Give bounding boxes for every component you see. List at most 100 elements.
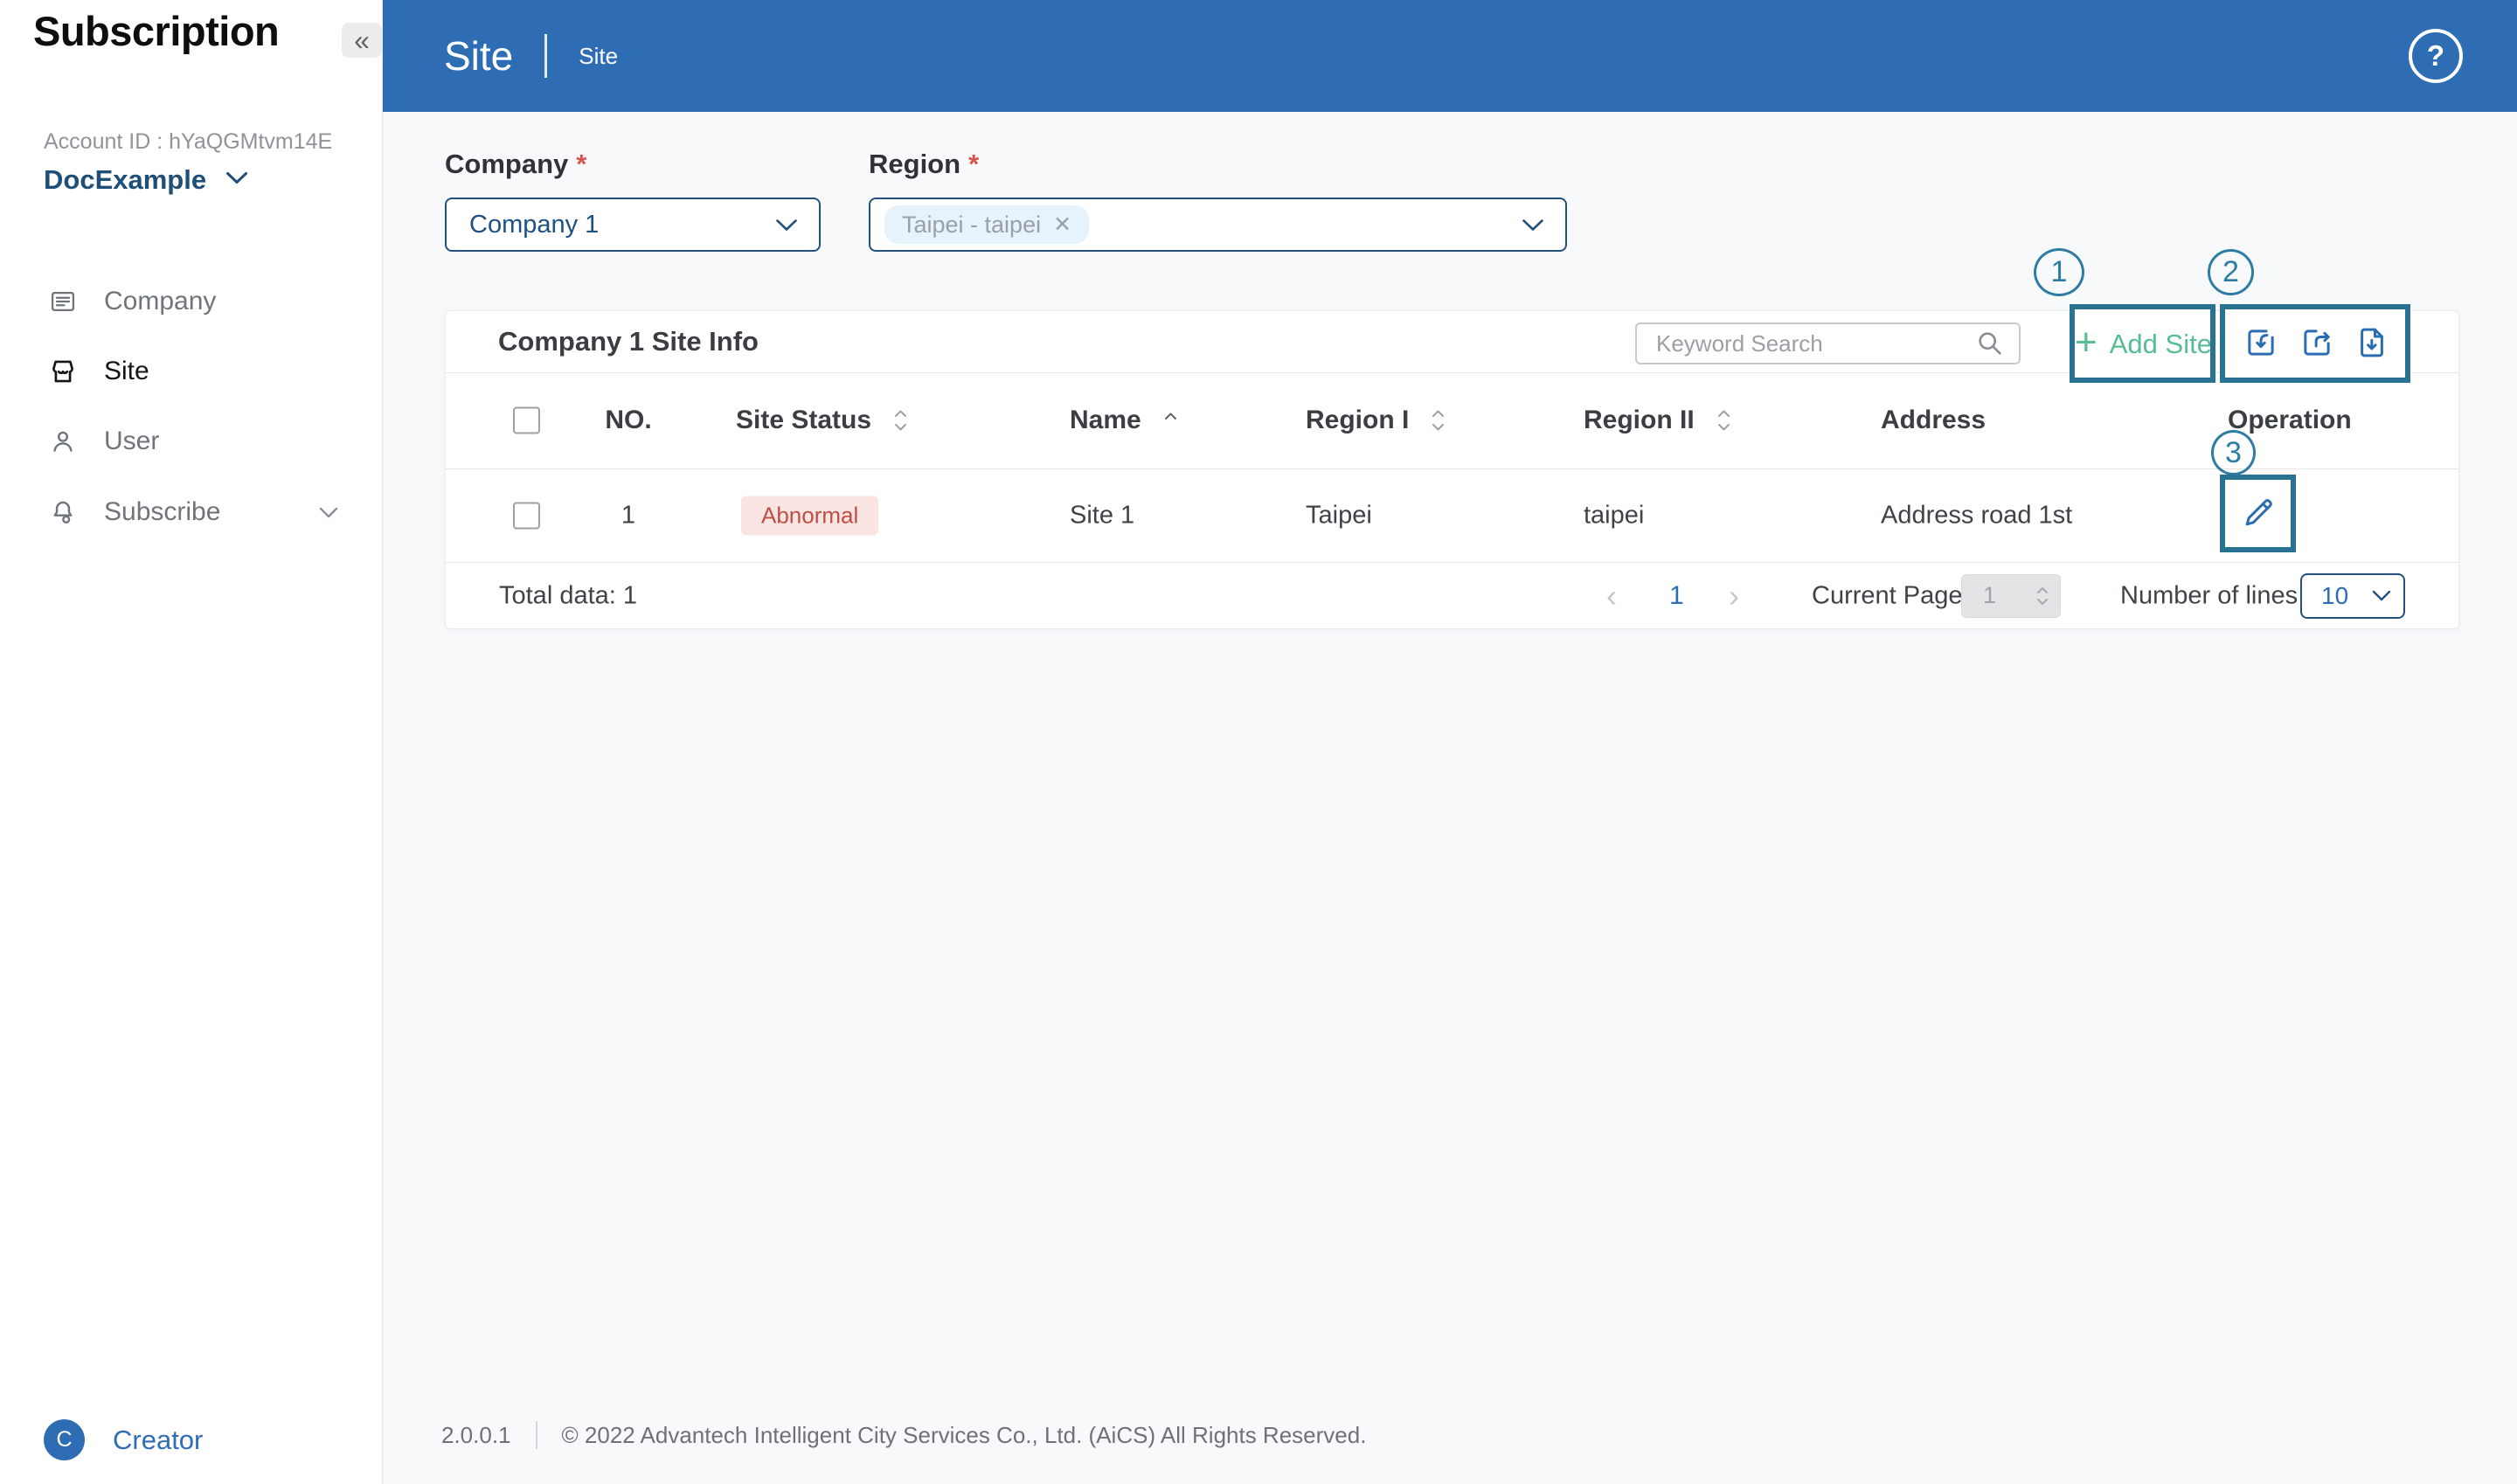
app-window: Subscription « Account ID : hYaQGMtvm14E… <box>0 0 2517 1484</box>
current-user[interactable]: C Creator <box>44 1419 203 1460</box>
annotation-circle-1: 1 <box>2034 248 2084 296</box>
chevron-down-icon <box>2372 590 2391 601</box>
lines-per-page-select[interactable]: 10 <box>2300 572 2405 619</box>
sort-both-icon[interactable] <box>1716 407 1732 433</box>
sidebar-item-user[interactable]: User <box>48 414 338 468</box>
subscribe-bell-icon <box>48 497 78 527</box>
download-file-icon <box>2354 324 2390 365</box>
user-name: Creator <box>113 1424 204 1455</box>
help-button[interactable]: ? <box>2409 29 2463 83</box>
export-icon <box>2299 324 2335 365</box>
footer: 2.0.0.1 © 2022 Advantech Intelligent Cit… <box>441 1421 1366 1449</box>
spinner-arrows-icon[interactable] <box>2035 584 2049 608</box>
site-info-card: Company 1 Site Info + Add Site <box>445 306 2459 629</box>
region-filter-label: Region * <box>869 149 979 180</box>
cell-address: Address road 1st <box>1881 501 2073 529</box>
account-name: DocExample <box>44 164 207 195</box>
column-header-region2[interactable]: Region II <box>1584 406 1732 435</box>
required-asterisk: * <box>968 149 980 179</box>
lines-per-page-value: 10 <box>2321 581 2349 609</box>
sidebar-item-label: Company <box>104 287 217 316</box>
annotation-circle-2: 2 <box>2208 249 2254 295</box>
chevron-down-icon <box>225 171 248 189</box>
title-divider <box>544 34 548 78</box>
plus-icon: + <box>2075 320 2098 364</box>
region-tag-text: Taipei - taipei <box>902 211 1042 238</box>
row-checkbox[interactable] <box>513 502 540 529</box>
column-label: Region I <box>1306 406 1410 434</box>
page-number-button[interactable]: 1 <box>1669 581 1684 611</box>
sort-both-icon[interactable] <box>892 407 909 433</box>
company-select-value: Company 1 <box>469 210 600 239</box>
total-data-label: Total data: 1 <box>499 581 637 609</box>
avatar: C <box>44 1419 85 1460</box>
site-icon <box>48 357 78 386</box>
keyword-search-box <box>1635 322 2021 364</box>
sidebar-item-company[interactable]: Company <box>48 274 338 329</box>
company-select[interactable]: Company 1 <box>445 198 821 252</box>
edit-site-button[interactable] <box>2238 496 2278 536</box>
column-header-site-status[interactable]: Site Status <box>736 406 909 435</box>
version-text: 2.0.0.1 <box>441 1421 511 1448</box>
column-header-address: Address <box>1881 406 1987 434</box>
next-page-button[interactable]: › <box>1729 578 1739 614</box>
column-header-no[interactable]: NO. <box>601 406 655 435</box>
current-page-input[interactable] <box>1981 581 2030 610</box>
column-label: Region II <box>1584 406 1695 434</box>
label-text: Region <box>869 149 961 179</box>
app-logo: Subscription <box>33 8 280 54</box>
user-icon <box>48 426 78 456</box>
keyword-search-input[interactable] <box>1654 329 1975 358</box>
page-title: Site <box>444 33 514 79</box>
chevron-down-icon <box>1522 218 1544 232</box>
table-header-row: NO. Site Status Name Region I Region II … <box>446 372 2458 469</box>
table-footer: Total data: 1 ‹ 1 › Current Page Number … <box>446 562 2458 629</box>
sidebar: Subscription « Account ID : hYaQGMtvm14E… <box>0 0 383 1484</box>
search-icon[interactable] <box>1975 329 2005 358</box>
cell-name: Site 1 <box>1070 501 1135 529</box>
prev-page-button[interactable]: ‹ <box>1606 578 1617 614</box>
account-switcher[interactable]: DocExample <box>44 164 248 196</box>
company-icon <box>48 287 78 316</box>
chevron-down-icon <box>775 218 798 232</box>
card-title: Company 1 Site Info <box>498 326 759 357</box>
region-multiselect[interactable]: Taipei - taipei ✕ <box>869 198 1567 252</box>
table-row: 1 Abnormal Site 1 Taipei taipei Address … <box>446 468 2458 563</box>
region-tag: Taipei - taipei ✕ <box>884 205 1090 244</box>
footer-divider <box>535 1421 537 1449</box>
tag-close-icon[interactable]: ✕ <box>1053 212 1071 238</box>
select-all-checkbox[interactable] <box>513 406 540 434</box>
column-label: Name <box>1070 406 1141 434</box>
breadcrumb: Site <box>579 42 619 69</box>
current-page-label: Current Page <box>1812 581 1963 609</box>
table-toolbar <box>2222 306 2411 383</box>
sidebar-collapse-button[interactable]: « <box>342 23 382 58</box>
column-label: Site Status <box>736 406 872 434</box>
number-of-lines-label: Number of lines <box>2120 581 2299 609</box>
chevron-down-icon <box>319 507 338 518</box>
label-text: Company <box>445 149 569 179</box>
sidebar-item-label: Site <box>104 357 149 385</box>
import-button[interactable] <box>2243 324 2279 365</box>
question-mark-icon: ? <box>2426 39 2445 72</box>
export-button[interactable] <box>2299 324 2335 365</box>
sidebar-item-label: User <box>104 426 160 455</box>
sidebar-item-site[interactable]: Site <box>48 344 338 399</box>
sidebar-item-subscribe[interactable]: Subscribe <box>48 485 338 539</box>
column-header-operation: Operation <box>2228 406 2352 434</box>
cell-region2: taipei <box>1584 501 1645 529</box>
status-badge: Abnormal <box>741 496 879 535</box>
company-filter-label: Company * <box>445 149 586 180</box>
sort-both-icon[interactable] <box>1430 407 1446 433</box>
copyright-text: © 2022 Advantech Intelligent City Servic… <box>561 1421 1367 1448</box>
add-site-label: Add Site <box>2109 329 2212 359</box>
download-button[interactable] <box>2354 324 2390 365</box>
sort-asc-icon[interactable] <box>1162 407 1179 433</box>
cell-region1: Taipei <box>1306 501 1372 529</box>
pencil-icon <box>2239 494 2278 537</box>
account-id-label: Account ID : hYaQGMtvm14E <box>44 129 333 154</box>
add-site-button[interactable]: + Add Site <box>2071 306 2215 383</box>
column-header-region1[interactable]: Region I <box>1306 406 1446 435</box>
column-header-name[interactable]: Name <box>1070 406 1179 435</box>
collapse-icon: « <box>354 24 370 56</box>
